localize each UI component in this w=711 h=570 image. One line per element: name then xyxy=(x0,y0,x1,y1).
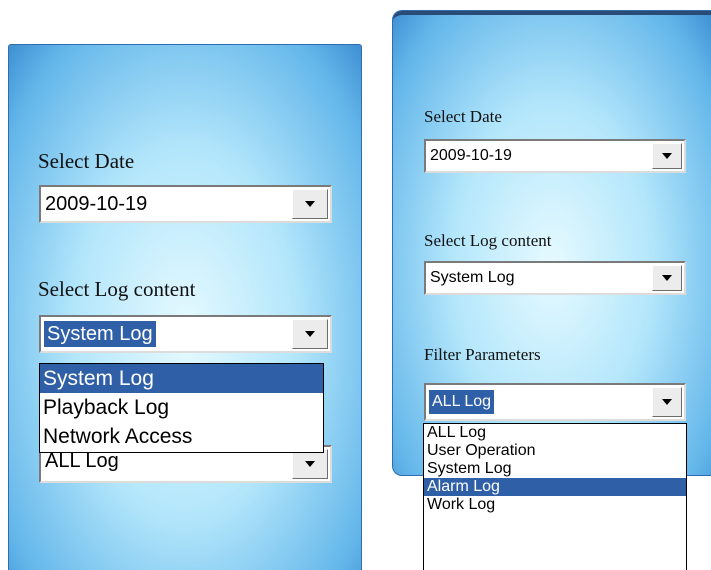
filter-select-value: ALL Log xyxy=(429,390,495,414)
chevron-down-icon xyxy=(305,201,315,207)
chevron-down-icon xyxy=(305,461,315,467)
dropdown-option-system-log[interactable]: System Log xyxy=(40,364,323,393)
filter-dropdown-button[interactable] xyxy=(292,449,328,479)
date-select-value: 2009-10-19 xyxy=(430,147,512,164)
dropdown-option-system-log[interactable]: System Log xyxy=(424,460,686,478)
chevron-down-icon xyxy=(662,153,672,159)
log-content-dropdown-list: System Log Playback Log Network Access xyxy=(39,363,324,453)
log-content-select[interactable]: System Log xyxy=(39,315,332,353)
date-select[interactable]: 2009-10-19 xyxy=(424,139,686,173)
log-search-panel-right: Select Date 2009-10-19 Select Log conten… xyxy=(392,10,711,476)
log-content-dropdown-button[interactable] xyxy=(292,319,328,349)
date-select-value: 2009-10-19 xyxy=(45,192,148,215)
chevron-down-icon xyxy=(662,275,672,281)
dropdown-option-network-access[interactable]: Network Access xyxy=(40,422,323,451)
log-content-select[interactable]: System Log xyxy=(424,261,686,295)
select-date-label: Select Date xyxy=(424,107,502,126)
date-dropdown-button[interactable] xyxy=(292,189,328,219)
log-content-select-value: System Log xyxy=(44,321,156,347)
dropdown-option-playback-log[interactable]: Playback Log xyxy=(40,393,323,422)
log-content-label: Select Log content xyxy=(424,231,552,250)
date-dropdown-button[interactable] xyxy=(652,143,682,169)
filter-dropdown-button[interactable] xyxy=(652,387,682,417)
dropdown-option-all-log[interactable]: ALL Log xyxy=(424,424,686,442)
date-select[interactable]: 2009-10-19 xyxy=(39,185,332,223)
log-content-label: Select Log content xyxy=(38,277,196,301)
filter-parameters-label: Filter Parameters xyxy=(424,345,541,364)
dropdown-option-alarm-log[interactable]: Alarm Log xyxy=(424,478,686,496)
select-date-label: Select Date xyxy=(38,149,135,173)
filter-select[interactable]: ALL Log xyxy=(424,383,686,421)
dropdown-option-user-operation[interactable]: User Operation xyxy=(424,442,686,460)
log-content-dropdown-button[interactable] xyxy=(652,265,682,291)
chevron-down-icon xyxy=(305,331,315,337)
dropdown-option-work-log[interactable]: Work Log xyxy=(424,496,686,514)
log-search-panel-left: Select Date 2009-10-19 Select Log conten… xyxy=(8,44,362,570)
chevron-down-icon xyxy=(662,399,672,405)
filter-dropdown-list: ALL Log User Operation System Log Alarm … xyxy=(423,423,687,570)
log-content-select-value: System Log xyxy=(430,269,515,286)
